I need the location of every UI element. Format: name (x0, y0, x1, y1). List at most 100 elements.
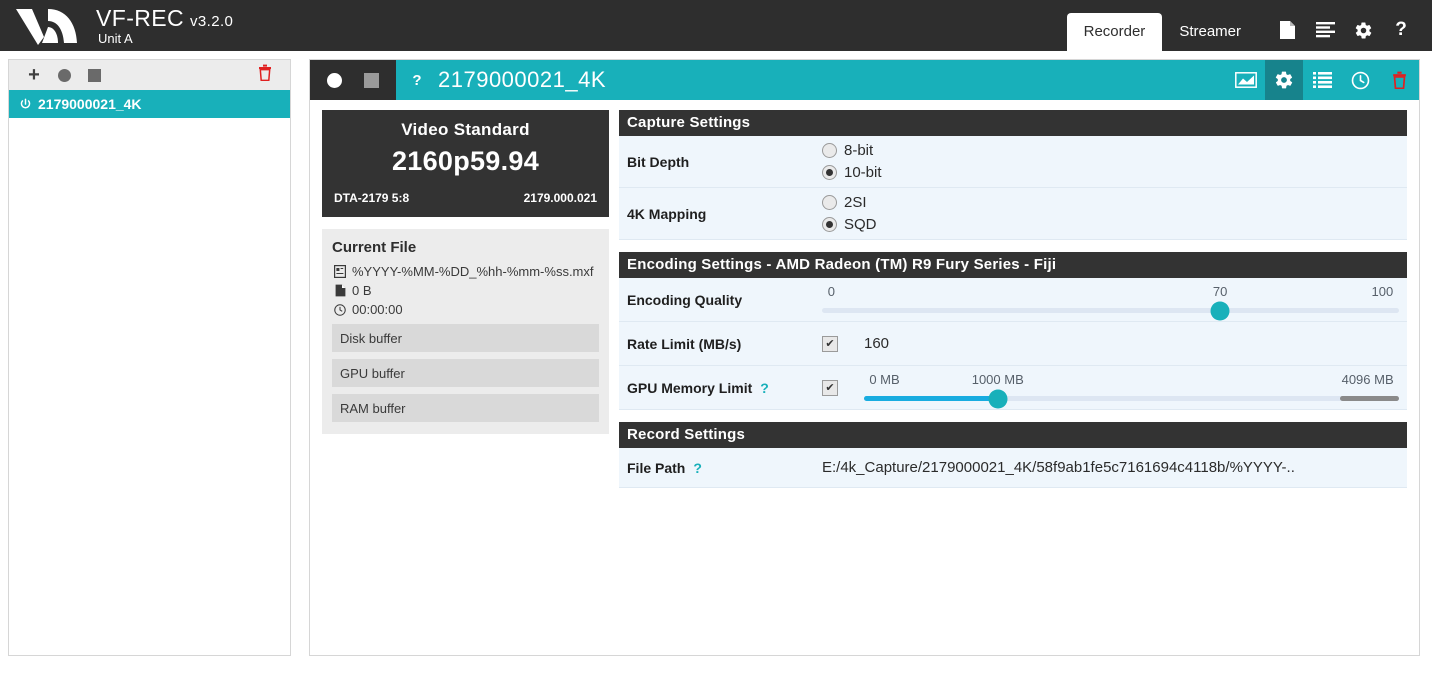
file-path-text: File Path (627, 460, 685, 476)
radio-icon (822, 143, 837, 158)
add-recorder-button[interactable]: + (19, 62, 49, 88)
encoding-settings-header: Encoding Settings - AMD Radeon (TM) R9 F… (619, 252, 1407, 278)
app-unit: Unit A (98, 32, 233, 46)
encoding-quality-label: Encoding Quality (627, 292, 822, 308)
scale-min: 0 (828, 284, 835, 299)
file-path-value[interactable]: E:/4k_Capture/2179000021_4K/58f9ab1fe5c7… (822, 459, 1295, 476)
document-icon[interactable] (1268, 15, 1306, 45)
video-standard-panel: Video Standard 2160p59.94 DTA-2179 5:8 2… (322, 110, 609, 217)
transport-controls (310, 60, 396, 100)
radio-bit-depth-10bit[interactable]: 10-bit (822, 164, 882, 181)
encoding-quality-slider[interactable]: 0 70 100 (822, 280, 1399, 319)
record-settings-header: Record Settings (619, 422, 1407, 448)
radio-label: 8-bit (844, 142, 873, 159)
file-path-help-icon[interactable]: ? (693, 460, 702, 476)
video-standard-footer: DTA-2179 5:8 2179.000.021 (334, 191, 597, 205)
rate-limit-label: Rate Limit (MB/s) (627, 336, 822, 352)
stop-button[interactable] (79, 62, 109, 88)
gpu-memory-thumb[interactable] (988, 389, 1007, 408)
gpu-memory-reserved-range (1340, 396, 1399, 401)
encoding-quality-track[interactable] (822, 308, 1399, 313)
help-icon[interactable]: ? (1382, 15, 1420, 45)
gpu-memory-limit-text: GPU Memory Limit (627, 380, 752, 396)
disk-buffer-label: Disk buffer (340, 331, 402, 346)
video-standard-value: 2160p59.94 (334, 146, 597, 177)
file-path-label: File Path ? (627, 460, 822, 476)
delete-icon[interactable] (1379, 60, 1419, 100)
current-file-panel: Current File %YYYY-%MM-%DD_%hh-%mm-%ss.m… (322, 229, 609, 434)
settings-gear-icon[interactable] (1265, 60, 1303, 100)
app-version: v3.2.0 (190, 13, 233, 30)
va-logo-icon (14, 5, 80, 47)
gpu-memory-limit-label: GPU Memory Limit ? (627, 380, 822, 396)
rate-limit-value[interactable]: 160 (864, 335, 889, 352)
rate-limit-checkbox-cell: ✔ (822, 336, 864, 352)
current-file-title: Current File (332, 239, 599, 256)
file-icon (332, 284, 348, 297)
device-name: DTA-2179 5:8 (334, 191, 409, 205)
record-circle-icon[interactable] (327, 73, 342, 88)
ram-buffer-bar: RAM buffer (332, 394, 599, 422)
media-file-icon (332, 265, 348, 278)
stop-square-icon[interactable] (364, 73, 379, 88)
brand: VF-RECv3.2.0 Unit A (0, 0, 233, 51)
recorder-header-icons (1227, 60, 1419, 100)
ram-buffer-label: RAM buffer (340, 401, 406, 416)
app-name-line: VF-RECv3.2.0 (96, 6, 233, 30)
recorder-body: Video Standard 2160p59.94 DTA-2179 5:8 2… (310, 100, 1419, 488)
4k-mapping-row: 4K Mapping 2SI SQD (619, 188, 1407, 240)
radio-bit-depth-8bit[interactable]: 8-bit (822, 142, 882, 159)
scale-max: 4096 MB (1342, 372, 1394, 387)
recorder-header: ? 2179000021_4K (310, 60, 1419, 100)
gear-icon[interactable] (1344, 15, 1382, 45)
gpu-memory-track[interactable] (864, 396, 1399, 401)
rate-limit-checkbox[interactable]: ✔ (822, 336, 838, 352)
radio-label: 10-bit (844, 164, 882, 181)
capture-settings-header: Capture Settings (619, 110, 1407, 136)
current-file-name-row: %YYYY-%MM-%DD_%hh-%mm-%ss.mxf (332, 264, 599, 279)
radio-icon-selected (822, 165, 837, 180)
current-file-duration: 00:00:00 (352, 302, 403, 317)
gpu-memory-fill (864, 396, 998, 401)
list-icon[interactable] (1303, 60, 1341, 100)
disk-buffer-bar: Disk buffer (332, 324, 599, 352)
radio-label: 2SI (844, 194, 867, 211)
4k-mapping-options: 2SI SQD (822, 188, 877, 239)
tab-recorder[interactable]: Recorder (1067, 13, 1163, 51)
statistics-icon[interactable] (1227, 60, 1265, 100)
workspace: + (0, 51, 1432, 656)
radio-icon-selected (822, 217, 837, 232)
file-path-row: File Path ? E:/4k_Capture/2179000021_4K/… (619, 448, 1407, 488)
gpu-memory-help-icon[interactable]: ? (760, 380, 769, 396)
plus-icon: + (28, 65, 40, 85)
sidebar-item-2179000021-4k[interactable]: 2179000021_4K (9, 90, 290, 118)
scale-current: 70 (1213, 284, 1227, 299)
bit-depth-label: Bit Depth (627, 154, 822, 170)
radio-mapping-2si[interactable]: 2SI (822, 194, 877, 211)
brand-text: VF-RECv3.2.0 Unit A (96, 6, 233, 46)
tab-streamer[interactable]: Streamer (1162, 13, 1258, 51)
main-nav: Recorder Streamer (1067, 0, 1432, 51)
current-file-duration-row: 00:00:00 (332, 302, 599, 317)
gpu-memory-limit-row: GPU Memory Limit ? ✔ 0 MB 1000 MB 4096 M… (619, 366, 1407, 410)
record-button[interactable] (49, 62, 79, 88)
delete-button[interactable] (250, 62, 280, 88)
encoding-quality-row: Encoding Quality 0 70 100 (619, 278, 1407, 322)
clock-icon (332, 304, 348, 316)
recorder-help-icon[interactable]: ? (396, 60, 438, 100)
encoding-quality-thumb[interactable] (1211, 301, 1230, 320)
gpu-memory-slider[interactable]: 0 MB 1000 MB 4096 MB (864, 368, 1399, 407)
recorder-title: 2179000021_4K (438, 60, 606, 100)
gpu-buffer-label: GPU buffer (340, 366, 405, 381)
radio-label: SQD (844, 216, 877, 233)
gpu-memory-checkbox[interactable]: ✔ (822, 380, 838, 396)
radio-icon (822, 195, 837, 210)
current-file-size: 0 B (352, 283, 372, 298)
clock-icon[interactable] (1341, 60, 1379, 100)
log-list-icon[interactable] (1306, 15, 1344, 45)
radio-mapping-sqd[interactable]: SQD (822, 216, 877, 233)
bit-depth-row: Bit Depth 8-bit 10-bit (619, 136, 1407, 188)
recorder-detail-panel: ? 2179000021_4K (309, 59, 1420, 656)
stop-square-icon (88, 69, 101, 82)
app-header: VF-RECv3.2.0 Unit A Recorder Streamer (0, 0, 1432, 51)
